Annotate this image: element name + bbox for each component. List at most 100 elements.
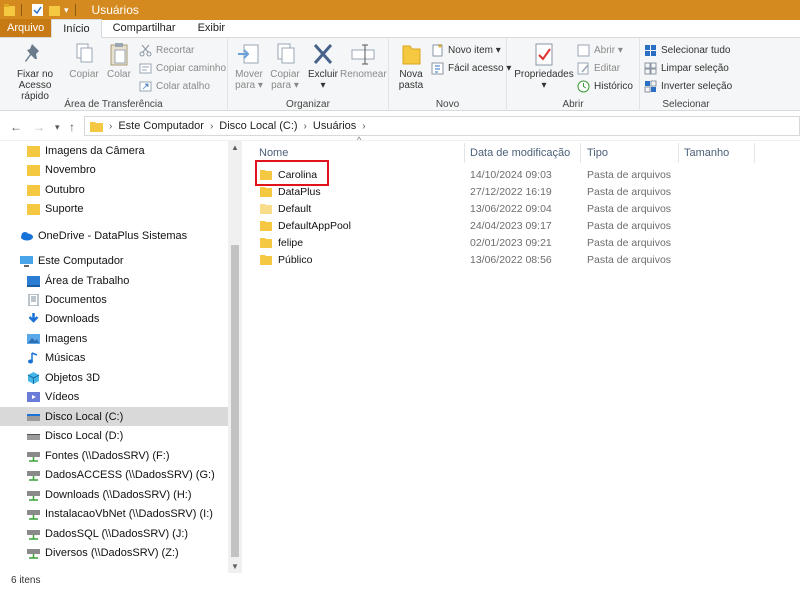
nav-item-diversos-z[interactable]: Diversos (\\DadosSRV) (Z:) (0, 543, 228, 562)
tab-exibir[interactable]: Exibir (187, 19, 237, 37)
invert-selection-button[interactable]: Inverter seleção (644, 78, 732, 95)
forward-arrow-icon[interactable]: → (33, 120, 45, 134)
copy-button[interactable]: Copiar (66, 41, 102, 80)
nav-item-imagens[interactable]: Imagens (0, 329, 228, 348)
easy-access-button[interactable]: Fácil acesso ▾ (431, 60, 511, 77)
nav-item-outubro[interactable]: Outubro (0, 180, 228, 199)
nav-item-imagens-da-camera[interactable]: Imagens da Câmera (0, 141, 228, 160)
nav-item-onedrive[interactable]: OneDrive - DataPlus Sistemas (0, 226, 228, 245)
new-group: Nova pasta Novo item ▾ Fácil acesso ▾ No… (389, 38, 511, 111)
file-list: ^ Nome Data de modificação Tipo Tamanho … (244, 135, 800, 573)
select-none-button[interactable]: Limpar seleção (644, 60, 729, 77)
table-row[interactable]: Default 13/06/2022 09:04 Pasta de arquiv… (256, 200, 800, 217)
table-row[interactable]: Público 13/06/2022 08:56 Pasta de arquiv… (256, 251, 800, 268)
ribbon: Fixar no Acesso rápido Copiar Colar Reco… (0, 38, 800, 111)
column-header-name[interactable]: Nome (259, 145, 288, 161)
new-folder-button[interactable]: Nova pasta (393, 41, 429, 91)
window-title: Usuários (91, 3, 139, 17)
scroll-up-icon[interactable]: ▲ (228, 143, 242, 152)
column-divider[interactable] (678, 143, 679, 163)
folder-icon (260, 237, 272, 248)
nav-item-suporte[interactable]: Suporte (0, 199, 228, 218)
nav-item-este-computador[interactable]: Este Computador (0, 251, 228, 270)
quick-access-dropdown-icon[interactable]: ▾ (64, 5, 69, 16)
nav-item-dadosaccess-g[interactable]: DadosACCESS (\\DadosSRV) (G:) (0, 465, 228, 484)
nav-item-downloads-h[interactable]: Downloads (\\DadosSRV) (H:) (0, 485, 228, 504)
nav-item-disco-local-c[interactable]: Disco Local (C:) (0, 407, 228, 426)
clipboard-group: Fixar no Acesso rápido Copiar Colar Reco… (0, 38, 228, 111)
navigation-pane-scrollbar[interactable]: ▲ ▼ (228, 141, 242, 573)
open-icon (577, 44, 590, 57)
table-row[interactable]: DataPlus 27/12/2022 16:19 Pasta de arqui… (256, 183, 800, 200)
breadcrumb-usuarios[interactable]: Usuários (313, 120, 356, 132)
breadcrumb-este-computador[interactable]: Este Computador (118, 120, 204, 132)
group-label-organize: Organizar (286, 99, 330, 110)
column-header-type[interactable]: Tipo (587, 145, 608, 161)
column-header-date[interactable]: Data de modificação (470, 145, 570, 161)
select-all-button[interactable]: Selecionar tudo (644, 42, 731, 59)
new-item-button[interactable]: Novo item ▾ (431, 42, 501, 59)
properties-button[interactable]: Propriedades ▾ (513, 41, 575, 91)
paste-shortcut-button[interactable]: Colar atalho (139, 78, 210, 95)
column-divider[interactable] (754, 143, 755, 163)
copy-path-button[interactable]: Copiar caminho (139, 60, 226, 77)
table-row[interactable]: DefaultAppPool 24/04/2023 09:17 Pasta de… (256, 217, 800, 234)
back-arrow-icon[interactable]: ← (10, 120, 22, 134)
item-count: 6 itens (11, 575, 41, 586)
copy-path-icon (139, 63, 152, 74)
nav-item-musicas[interactable]: Músicas (0, 348, 228, 367)
new-item-icon (432, 44, 443, 57)
nav-item-fontes-f[interactable]: Fontes (\\DadosSRV) (F:) (0, 446, 228, 465)
folder-icon (260, 254, 272, 265)
tab-inicio[interactable]: Início (51, 19, 102, 38)
table-row[interactable]: Carolina 14/10/2024 09:03 Pasta de arqui… (256, 166, 800, 183)
nav-item-instalacaovbnet-i[interactable]: InstalacaoVbNet (\\DadosSRV) (I:) (0, 504, 228, 523)
videos-icon (27, 391, 40, 402)
nav-item-novembro[interactable]: Novembro (0, 160, 228, 179)
nav-item-dadossql-j[interactable]: DadosSQL (\\DadosSRV) (J:) (0, 524, 228, 543)
breadcrumb-separator-icon[interactable]: › (210, 121, 213, 132)
column-divider[interactable] (580, 143, 581, 163)
documents-icon (28, 293, 39, 306)
navigation-bar: ← → ▾ ↑ › Este Computador › Disco Local … (0, 111, 800, 141)
new-folder-quick-icon[interactable] (49, 4, 60, 16)
column-header-size[interactable]: Tamanho (684, 145, 729, 161)
rename-button[interactable]: Renomear (340, 41, 387, 80)
tab-compartilhar[interactable]: Compartilhar (102, 19, 187, 37)
table-row[interactable]: felipe 02/01/2023 09:21 Pasta de arquivo… (256, 234, 800, 251)
nav-item-objetos-3d[interactable]: Objetos 3D (0, 368, 228, 387)
nav-item-videos[interactable]: Vídeos (0, 387, 228, 406)
scroll-down-icon[interactable]: ▼ (228, 562, 242, 571)
nav-item-downloads[interactable]: Downloads (0, 309, 228, 328)
breadcrumb-separator-icon[interactable]: › (304, 121, 307, 132)
copy-to-button[interactable]: Copiar para ▾ (267, 41, 303, 91)
sort-ascending-icon: ^ (357, 135, 362, 145)
tab-arquivo[interactable]: Arquivo (0, 19, 52, 37)
properties-quick-icon[interactable] (32, 4, 43, 16)
up-arrow-icon[interactable]: ↑ (69, 120, 75, 134)
paste-button[interactable]: Colar (103, 41, 135, 80)
breadcrumb-disco-local-c[interactable]: Disco Local (C:) (219, 120, 297, 132)
network-drive-icon (27, 490, 40, 501)
cut-button[interactable]: Recortar (139, 42, 194, 59)
recent-locations-chevron-icon[interactable]: ▾ (55, 122, 60, 133)
open-button[interactable]: Abrir ▾ (577, 42, 623, 59)
nav-item-documentos[interactable]: Documentos (0, 290, 228, 309)
column-divider[interactable] (464, 143, 465, 163)
history-button[interactable]: Histórico (577, 78, 633, 95)
breadcrumb-separator-icon[interactable]: › (109, 121, 112, 132)
pictures-icon (27, 333, 40, 344)
onedrive-icon (21, 231, 33, 240)
scrollbar-thumb[interactable] (231, 245, 239, 557)
network-drive-icon (27, 529, 40, 540)
address-bar[interactable]: › Este Computador › Disco Local (C:) › U… (84, 116, 800, 136)
move-to-button[interactable]: Mover para ▾ (231, 41, 267, 91)
delete-button[interactable]: Excluir ▾ (306, 41, 340, 91)
pin-quick-access-button[interactable]: Fixar no Acesso rápido (4, 41, 66, 102)
breadcrumb-separator-icon[interactable]: › (362, 121, 365, 132)
edit-button[interactable]: Editar (577, 60, 620, 77)
nav-item-disco-local-d[interactable]: Disco Local (D:) (0, 426, 228, 445)
organize-group: Mover para ▾ Copiar para ▾ Excluir ▾ Ren… (228, 38, 389, 111)
nav-item-area-de-trabalho[interactable]: Área de Trabalho (0, 271, 228, 290)
group-label-open: Abrir (562, 99, 584, 110)
